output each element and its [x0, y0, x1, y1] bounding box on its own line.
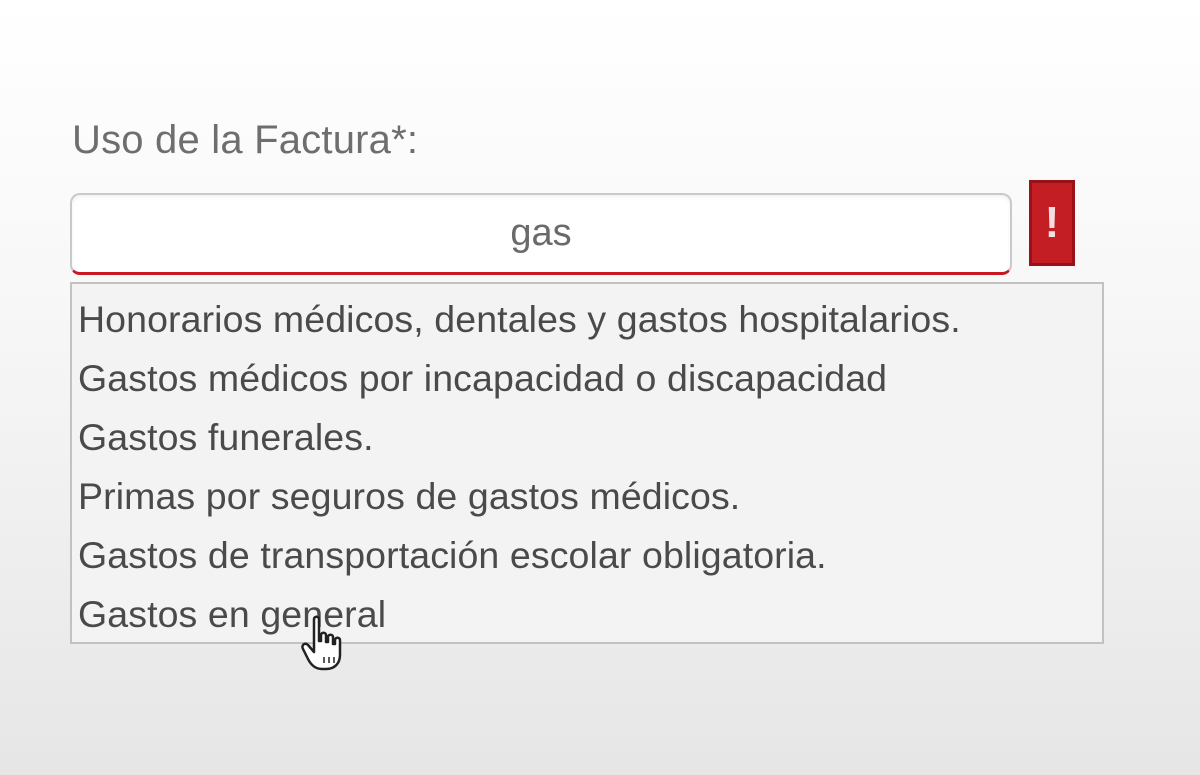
autocomplete-dropdown[interactable]: Honorarios médicos, dentales y gastos ho… — [70, 282, 1104, 644]
dropdown-option[interactable]: Gastos de transportación escolar obligat… — [72, 526, 1102, 585]
dropdown-option[interactable]: Gastos funerales. — [72, 408, 1102, 467]
dropdown-option[interactable]: Gastos médicos por incapacidad o discapa… — [72, 349, 1102, 408]
exclamation-icon: ! — [1044, 198, 1060, 247]
dropdown-option[interactable]: Primas por seguros de gastos médicos. — [72, 467, 1102, 526]
field-label: Uso de la Factura*: — [72, 118, 419, 162]
error-badge: ! — [1029, 180, 1075, 266]
dropdown-option[interactable]: Gastos en general — [72, 585, 1102, 644]
uso-factura-input[interactable]: gas — [70, 193, 1012, 275]
dropdown-option[interactable]: Honorarios médicos, dentales y gastos ho… — [72, 290, 1102, 349]
input-value: gas — [510, 212, 572, 254]
hand-pointer-icon — [301, 615, 342, 671]
